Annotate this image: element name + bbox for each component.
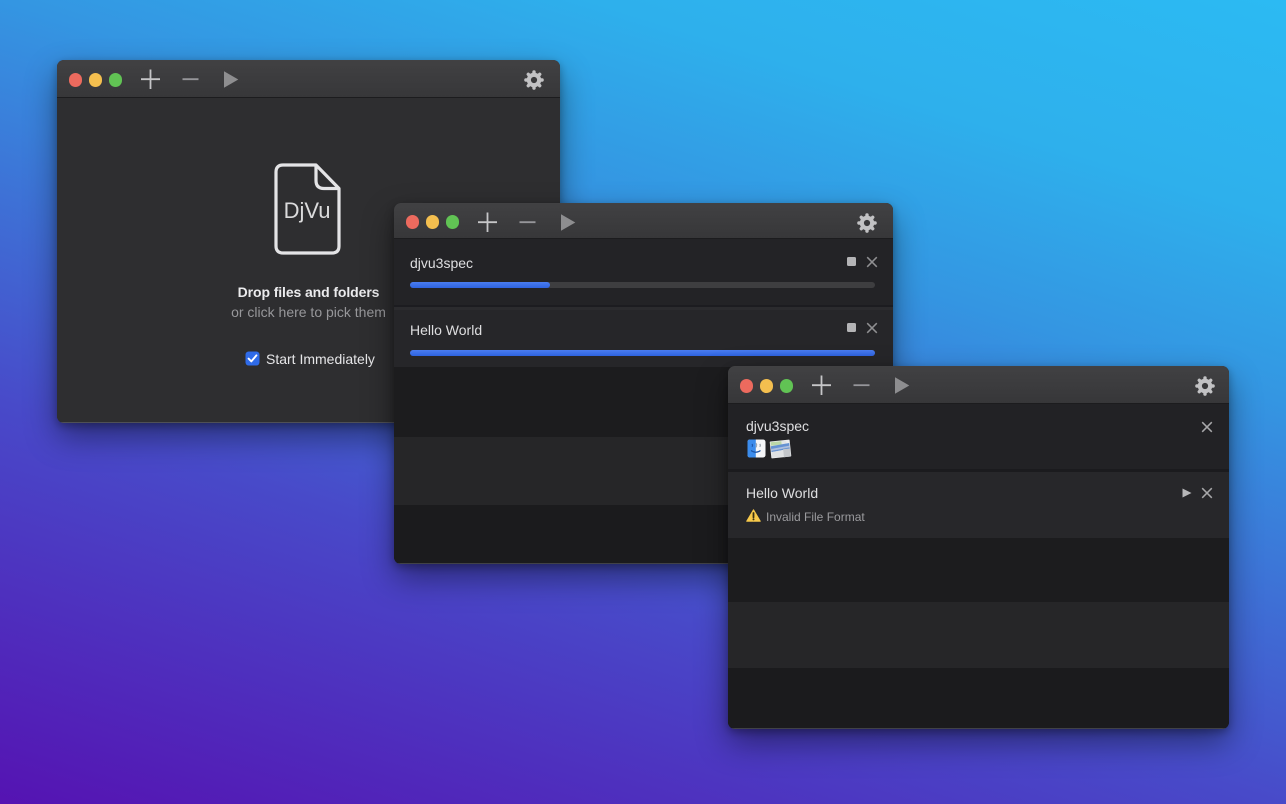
svg-text:DjVu: DjVu	[284, 198, 331, 223]
